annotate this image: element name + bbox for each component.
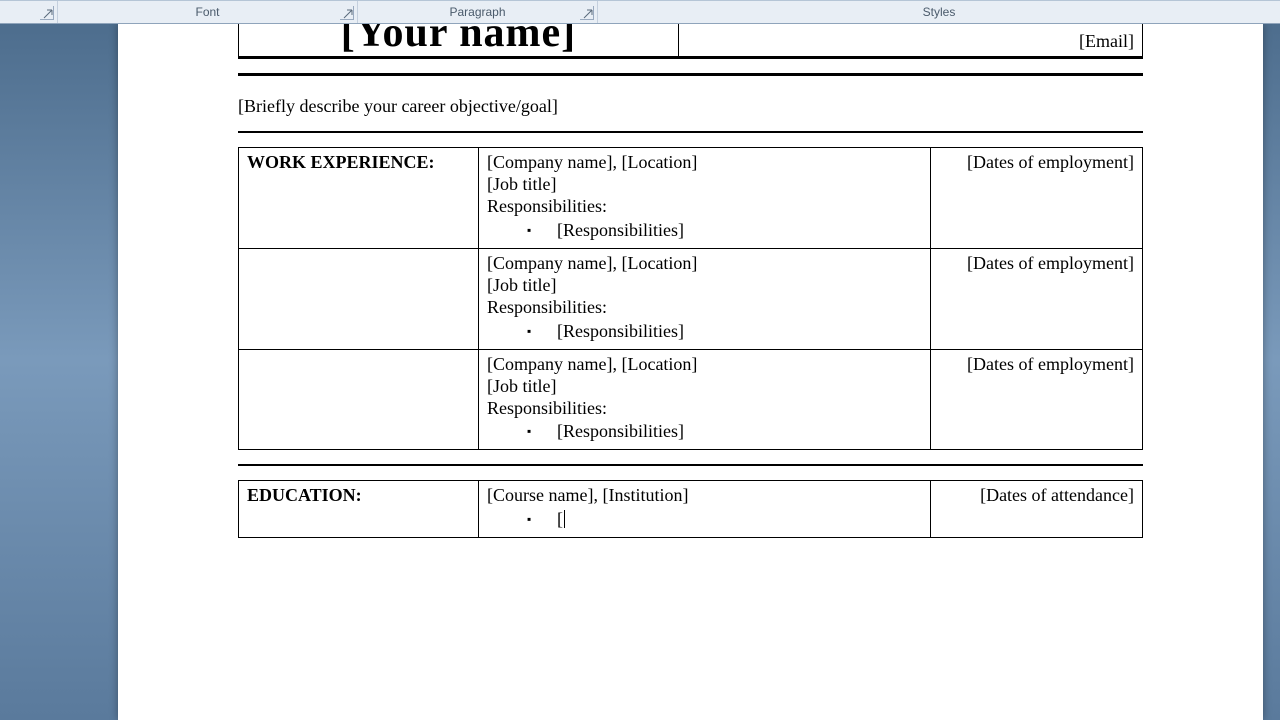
company-text: [Company name], [Location] [487,152,922,174]
table-row: [Company name], [Location] [Job title] R… [239,349,1143,450]
email-text: [Email] [1079,31,1134,52]
ruler-corner [0,1,58,23]
ribbon: Font Paragraph Styles [0,0,1280,24]
education-label[interactable]: EDUCATION: [239,481,479,538]
education-entry[interactable]: [Course name], [Institution] [ [479,481,931,538]
work-entry-0[interactable]: [Company name], [Location] [Job title] R… [479,148,931,249]
contact-cell[interactable]: [Email] [678,24,1143,57]
education-detail: [ [487,509,922,531]
work-dates-0[interactable]: [Dates of employment] [931,148,1143,249]
rule-after-objective [238,131,1143,133]
resp-item: [Responsibilities] [487,421,922,443]
jobtitle-text: [Job title] [487,376,922,398]
resp-label: Responsibilities: [487,297,922,319]
work-label-empty[interactable] [239,248,479,349]
work-dates-1[interactable]: [Dates of employment] [931,248,1143,349]
ribbon-group-styles: Styles [598,1,1280,23]
work-label-empty[interactable] [239,349,479,450]
company-text: [Company name], [Location] [487,253,922,275]
work-entry-2[interactable]: [Company name], [Location] [Job title] R… [479,349,931,450]
paragraph-dialog-launcher-icon[interactable] [580,6,594,20]
objective-text[interactable]: [Briefly describe your career objective/… [238,96,1143,117]
resp-label: Responsibilities: [487,196,922,218]
ribbon-group-font: Font [58,1,358,23]
course-text: [Course name], [Institution] [487,485,922,507]
name-text: [Your name] [341,24,576,54]
company-text: [Company name], [Location] [487,354,922,376]
education-detail-text: [ [557,509,563,529]
resp-item: [Responsibilities] [487,321,922,343]
name-cell[interactable]: [Your name] [238,24,678,57]
header-row: [Your name] [Email] [238,24,1143,59]
work-table[interactable]: WORK EXPERIENCE: [Company name], [Locati… [238,147,1143,450]
table-row: [Company name], [Location] [Job title] R… [239,248,1143,349]
ribbon-styles-label: Styles [923,5,956,19]
ribbon-group-paragraph: Paragraph [358,1,598,23]
table-row: EDUCATION: [Course name], [Institution] … [239,481,1143,538]
font-dialog-launcher-icon[interactable] [340,6,354,20]
table-row: WORK EXPERIENCE: [Company name], [Locati… [239,148,1143,249]
ruler-launcher-icon[interactable] [40,6,54,20]
resp-label: Responsibilities: [487,398,922,420]
education-table[interactable]: EDUCATION: [Course name], [Institution] … [238,480,1143,538]
rule-top [238,73,1143,76]
education-dates[interactable]: [Dates of attendance] [931,481,1143,538]
rule-after-work [238,464,1143,466]
jobtitle-text: [Job title] [487,275,922,297]
ribbon-paragraph-label: Paragraph [449,5,505,19]
work-dates-2[interactable]: [Dates of employment] [931,349,1143,450]
text-cursor [564,510,565,528]
page[interactable]: [Your name] [Email] [Briefly describe yo… [118,24,1263,720]
work-label[interactable]: WORK EXPERIENCE: [239,148,479,249]
resp-item: [Responsibilities] [487,220,922,242]
work-entry-1[interactable]: [Company name], [Location] [Job title] R… [479,248,931,349]
jobtitle-text: [Job title] [487,174,922,196]
document-workspace[interactable]: [Your name] [Email] [Briefly describe yo… [0,24,1280,720]
ribbon-font-label: Font [195,5,219,19]
